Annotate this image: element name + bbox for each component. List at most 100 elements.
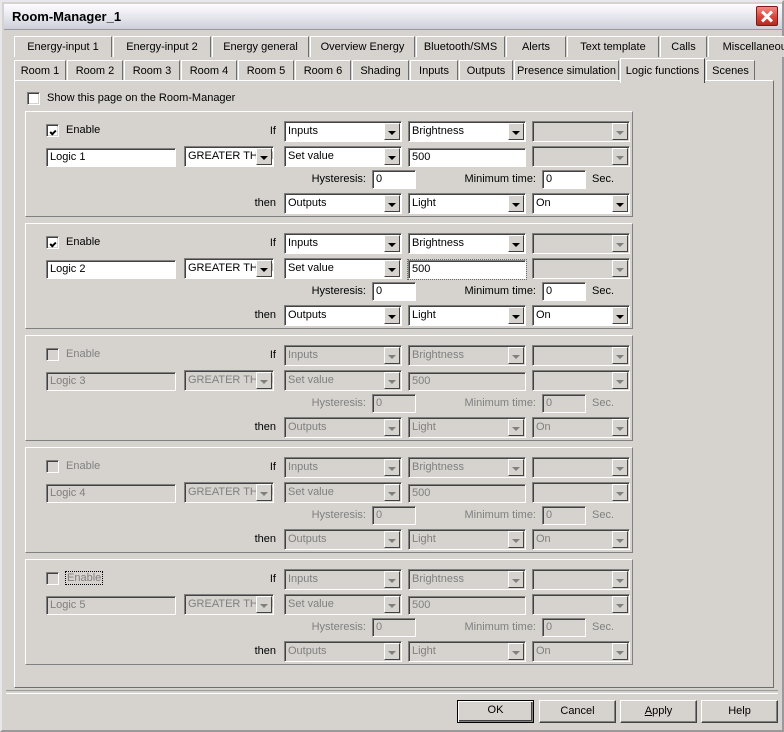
chevron-down-icon[interactable] <box>508 235 524 252</box>
block-5-then-channel-combo[interactable]: Light <box>408 641 526 662</box>
tab-presence-simulation[interactable]: Presence simulation <box>514 60 619 81</box>
chevron-down-icon[interactable] <box>612 148 628 165</box>
block-1-value-mode-combo[interactable]: Set value <box>284 146 402 167</box>
tab-overview-energy[interactable]: Overview Energy <box>310 36 415 57</box>
block-3-then-target-combo[interactable]: Outputs <box>284 417 402 438</box>
chevron-down-icon[interactable] <box>384 596 400 613</box>
block-5-minimum-time-input[interactable]: 0 <box>542 618 586 637</box>
block-2-operator-combo[interactable]: GREATER THAN <box>184 258 274 279</box>
block-2-then-state-combo[interactable]: On <box>532 305 630 326</box>
block-5-enable-checkbox[interactable] <box>46 572 59 585</box>
block-5-if-channel-combo[interactable]: Brightness <box>408 569 526 590</box>
chevron-down-icon[interactable] <box>612 123 628 140</box>
block-2-enable-checkbox[interactable] <box>46 236 59 249</box>
block-4-value-extra-combo[interactable] <box>532 482 630 503</box>
apply-button[interactable]: Apply <box>620 700 697 723</box>
block-4-if-extra-combo[interactable] <box>532 457 630 478</box>
block-5-value-mode-combo[interactable]: Set value <box>284 594 402 615</box>
block-3-value-mode-combo[interactable]: Set value <box>284 370 402 391</box>
chevron-down-icon[interactable] <box>508 419 524 436</box>
block-5-hysteresis-input[interactable]: 0 <box>372 618 416 637</box>
block-3-minimum-time-input[interactable]: 0 <box>542 394 586 413</box>
chevron-down-icon[interactable] <box>612 260 628 277</box>
tab-shading[interactable]: Shading <box>352 60 409 81</box>
chevron-down-icon[interactable] <box>384 484 400 501</box>
block-5-value-extra-combo[interactable] <box>532 594 630 615</box>
chevron-down-icon[interactable] <box>384 531 400 548</box>
block-3-hysteresis-input[interactable]: 0 <box>372 394 416 413</box>
block-3-if-extra-combo[interactable] <box>532 345 630 366</box>
block-4-value-mode-combo[interactable]: Set value <box>284 482 402 503</box>
block-1-minimum-time-input[interactable]: 0 <box>542 170 586 189</box>
block-1-then-target-combo[interactable]: Outputs <box>284 193 402 214</box>
tab-alerts[interactable]: Alerts <box>506 36 566 57</box>
chevron-down-icon[interactable] <box>256 372 272 389</box>
chevron-down-icon[interactable] <box>256 260 272 277</box>
block-3-then-state-combo[interactable]: On <box>532 417 630 438</box>
chevron-down-icon[interactable] <box>612 419 628 436</box>
chevron-down-icon[interactable] <box>384 347 400 364</box>
block-1-value-extra-combo[interactable] <box>532 146 630 167</box>
block-4-operator-combo[interactable]: GREATER THAN <box>184 482 274 503</box>
tab-room-4[interactable]: Room 4 <box>181 60 237 81</box>
tab-energy-input-1[interactable]: Energy-input 1 <box>14 36 112 57</box>
chevron-down-icon[interactable] <box>612 195 628 212</box>
chevron-down-icon[interactable] <box>508 347 524 364</box>
chevron-down-icon[interactable] <box>256 596 272 613</box>
chevron-down-icon[interactable] <box>384 307 400 324</box>
block-2-if-extra-combo[interactable] <box>532 233 630 254</box>
chevron-down-icon[interactable] <box>612 571 628 588</box>
help-button[interactable]: Help <box>701 700 778 723</box>
tab-bluetooth-sms[interactable]: Bluetooth/SMS <box>416 36 505 57</box>
block-2-then-target-combo[interactable]: Outputs <box>284 305 402 326</box>
chevron-down-icon[interactable] <box>508 123 524 140</box>
block-2-value-input[interactable]: 500 <box>407 259 527 280</box>
block-1-then-channel-combo[interactable]: Light <box>408 193 526 214</box>
chevron-down-icon[interactable] <box>612 347 628 364</box>
tab-energy-input-2[interactable]: Energy-input 2 <box>113 36 211 57</box>
tab-miscellaneous[interactable]: Miscellaneous <box>708 36 784 57</box>
tab-room-6[interactable]: Room 6 <box>295 60 351 81</box>
chevron-down-icon[interactable] <box>384 459 400 476</box>
ok-button[interactable]: OK <box>457 700 534 723</box>
block-1-if-source-combo[interactable]: Inputs <box>284 121 402 142</box>
block-1-enable-checkbox[interactable] <box>46 124 59 137</box>
block-4-if-source-combo[interactable]: Inputs <box>284 457 402 478</box>
block-5-if-extra-combo[interactable] <box>532 569 630 590</box>
tab-room-1[interactable]: Room 1 <box>14 60 66 81</box>
chevron-down-icon[interactable] <box>384 123 400 140</box>
block-5-then-state-combo[interactable]: On <box>532 641 630 662</box>
chevron-down-icon[interactable] <box>384 571 400 588</box>
tab-energy-general[interactable]: Energy general <box>212 36 309 57</box>
chevron-down-icon[interactable] <box>384 195 400 212</box>
chevron-down-icon[interactable] <box>612 596 628 613</box>
block-4-then-channel-combo[interactable]: Light <box>408 529 526 550</box>
chevron-down-icon[interactable] <box>384 235 400 252</box>
block-4-minimum-time-input[interactable]: 0 <box>542 506 586 525</box>
block-5-operator-combo[interactable]: GREATER THAN <box>184 594 274 615</box>
chevron-down-icon[interactable] <box>508 571 524 588</box>
chevron-down-icon[interactable] <box>612 372 628 389</box>
block-2-if-channel-combo[interactable]: Brightness <box>408 233 526 254</box>
block-2-value-mode-combo[interactable]: Set value <box>284 258 402 279</box>
block-3-if-channel-combo[interactable]: Brightness <box>408 345 526 366</box>
chevron-down-icon[interactable] <box>612 484 628 501</box>
chevron-down-icon[interactable] <box>612 459 628 476</box>
tab-outputs[interactable]: Outputs <box>459 60 513 81</box>
block-3-if-source-combo[interactable]: Inputs <box>284 345 402 366</box>
block-5-if-source-combo[interactable]: Inputs <box>284 569 402 590</box>
chevron-down-icon[interactable] <box>384 260 400 277</box>
tab-room-2[interactable]: Room 2 <box>67 60 123 81</box>
block-1-hysteresis-input[interactable]: 0 <box>372 170 416 189</box>
chevron-down-icon[interactable] <box>508 459 524 476</box>
block-4-value-input[interactable]: 500 <box>408 484 526 503</box>
chevron-down-icon[interactable] <box>612 531 628 548</box>
chevron-down-icon[interactable] <box>612 307 628 324</box>
chevron-down-icon[interactable] <box>256 484 272 501</box>
chevron-down-icon[interactable] <box>256 148 272 165</box>
block-2-name-input[interactable]: Logic 2 <box>46 260 176 279</box>
close-icon[interactable] <box>756 6 778 26</box>
chevron-down-icon[interactable] <box>612 643 628 660</box>
block-2-minimum-time-input[interactable]: 0 <box>542 282 586 301</box>
tab-calls[interactable]: Calls <box>660 36 707 57</box>
